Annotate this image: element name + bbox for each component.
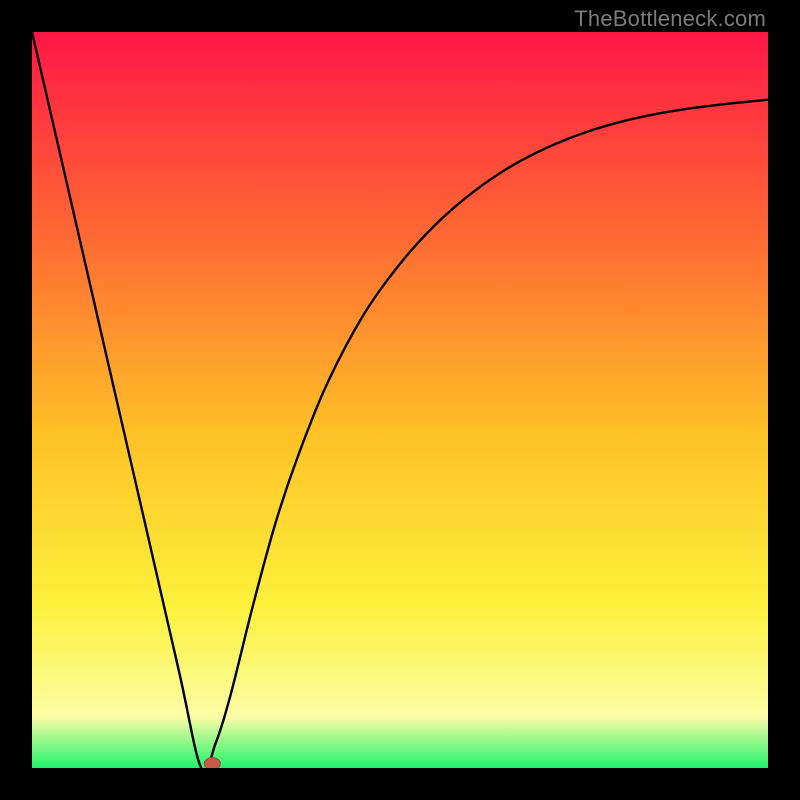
chart-container: { "watermark": "TheBottleneck.com", "col…	[0, 0, 800, 800]
optimum-marker	[204, 758, 220, 768]
gradient-background	[32, 32, 768, 768]
watermark-text: TheBottleneck.com	[574, 6, 766, 32]
chart-svg	[32, 32, 768, 768]
plot-area	[32, 32, 768, 768]
